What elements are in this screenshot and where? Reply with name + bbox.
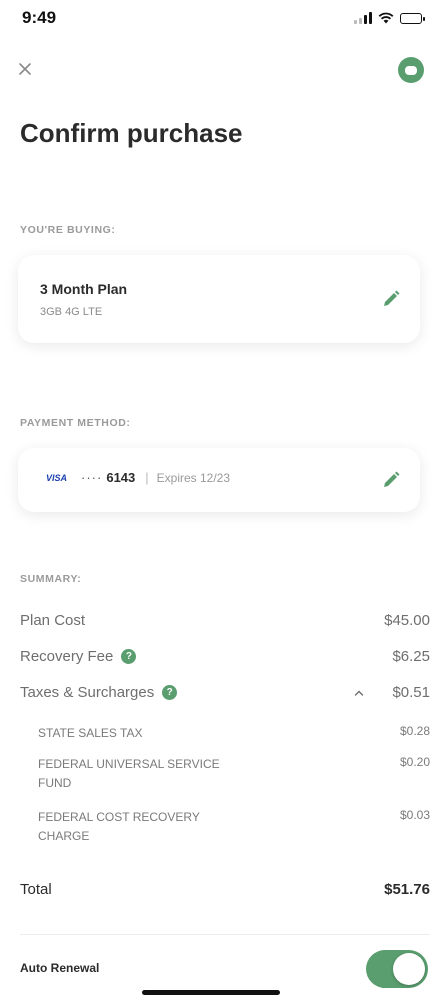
close-icon [19,63,31,75]
payment-details: VISA ···· 6143 | Expires 12/23 [46,470,230,485]
recovery-fee-row: Recovery Fee ? $6.25 [20,648,430,668]
recovery-fee-help-icon[interactable]: ? [121,649,137,664]
plan-card[interactable]: 3 Month Plan 3GB 4G LTE [18,255,420,343]
auto-renewal-label: Auto Renewal [20,961,100,975]
recovery-fee-label-wrap: Recovery Fee ? [20,648,137,665]
edit-plan-icon[interactable] [380,288,402,310]
total-value: $51.76 [384,881,430,898]
battery-icon [400,12,425,24]
status-icons [354,12,425,24]
plan-cost-label: Plan Cost [20,612,86,629]
recovery-fee-label: Recovery Fee [20,648,114,665]
masked-card-dots: ···· [81,470,103,485]
status-time: 9:49 [22,8,57,27]
auto-renewal-toggle[interactable] [366,950,428,988]
toggle-knob [393,953,425,985]
plan-cost-row: Plan Cost $45.00 [20,612,430,632]
wifi-icon [378,12,394,24]
recovery-fee-value: $6.25 [392,648,430,665]
tax-item-label: STATE SALES TAX [38,726,143,740]
tax-item-value: $0.03 [399,808,430,822]
total-row: Total $51.76 [20,881,430,901]
tax-item-label: FEDERAL COST RECOVERY CHARGE [38,810,200,843]
taxes-value: $0.51 [392,684,430,701]
page-title: Confirm purchase [20,118,243,148]
close-button[interactable] [14,58,36,80]
summary-section-label: SUMMARY: [20,573,82,585]
plan-cost-value: $45.00 [384,612,430,629]
chat-icon [405,65,417,75]
separator: | [145,470,149,485]
taxes-label: Taxes & Surcharges [20,684,155,701]
chevron-up-icon[interactable] [354,688,364,698]
plan-name: 3 Month Plan [40,281,128,297]
total-label: Total [20,881,52,898]
status-bar: 9:49 [0,0,438,40]
visa-logo: VISA [46,472,68,483]
chat-button[interactable] [398,57,424,83]
buying-section-label: YOU'RE BUYING: [20,224,116,236]
payment-section-label: PAYMENT METHOD: [20,417,131,429]
tax-item-row: STATE SALES TAX $0.28 [20,724,430,743]
taxes-label-wrap: Taxes & Surcharges ? [20,684,178,701]
taxes-help-icon[interactable]: ? [162,685,178,700]
divider [20,934,430,935]
signal-icon [354,12,372,24]
card-last4: 6143 [106,470,136,485]
taxes-row[interactable]: Taxes & Surcharges ? $0.51 [20,684,430,704]
confirm-purchase-screen: 9:49 Confirm purchase YOU'RE BUYING: 3 M… [0,0,438,1003]
tax-item-value: $0.28 [399,724,430,738]
card-expiry: Expires 12/23 [156,470,231,485]
home-indicator [142,990,280,995]
tax-item-label: FEDERAL UNIVERSAL SERVICE FUND [38,757,220,790]
plan-detail: 3GB 4G LTE [40,306,103,318]
tax-item-row: FEDERAL UNIVERSAL SERVICE FUND $0.20 [20,755,430,793]
payment-card[interactable]: VISA ···· 6143 | Expires 12/23 [18,448,420,512]
tax-item-value: $0.20 [399,755,430,769]
edit-payment-icon[interactable] [380,469,402,491]
tax-item-row: FEDERAL COST RECOVERY CHARGE $0.03 [20,808,430,846]
